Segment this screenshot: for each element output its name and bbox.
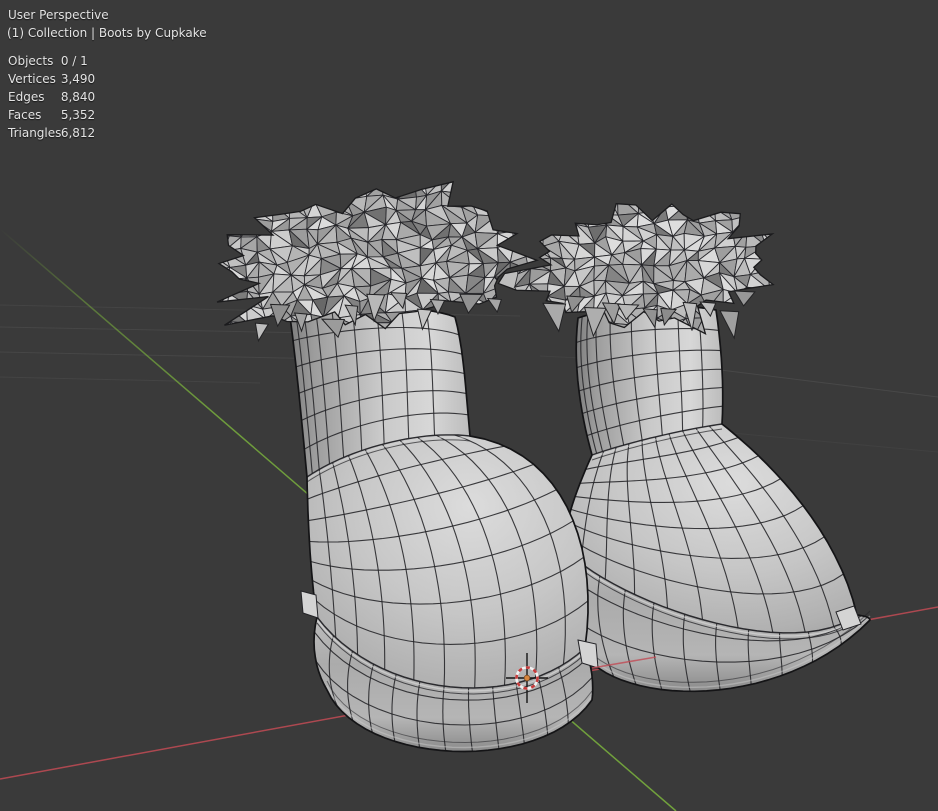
stats-overlay: Objects 0 / 1 Vertices 3,490 Edges 8,840…	[8, 52, 95, 142]
stats-value: 8,840	[61, 88, 95, 106]
stats-row-faces: Faces 5,352	[8, 106, 95, 124]
stats-value: 3,490	[61, 70, 95, 88]
stats-row-triangles: Triangles 6,812	[8, 124, 95, 142]
stats-label: Edges	[8, 88, 57, 106]
breadcrumb: (1) Collection | Boots by Cupkake	[7, 24, 207, 42]
stats-label: Faces	[8, 106, 57, 124]
blender-viewport: User Perspective (1) Collection | Boots …	[0, 0, 938, 811]
stats-row-vertices: Vertices 3,490	[8, 70, 95, 88]
viewport-3d-canvas[interactable]	[0, 0, 938, 811]
view-label: User Perspective	[8, 6, 109, 24]
stats-value: 6,812	[61, 124, 95, 142]
stats-label: Triangles	[8, 124, 57, 142]
stats-label: Objects	[8, 52, 57, 70]
stats-row-objects: Objects 0 / 1	[8, 52, 95, 70]
stats-value: 5,352	[61, 106, 95, 124]
stats-row-edges: Edges 8,840	[8, 88, 95, 106]
stats-value: 0 / 1	[61, 52, 88, 70]
stats-label: Vertices	[8, 70, 57, 88]
